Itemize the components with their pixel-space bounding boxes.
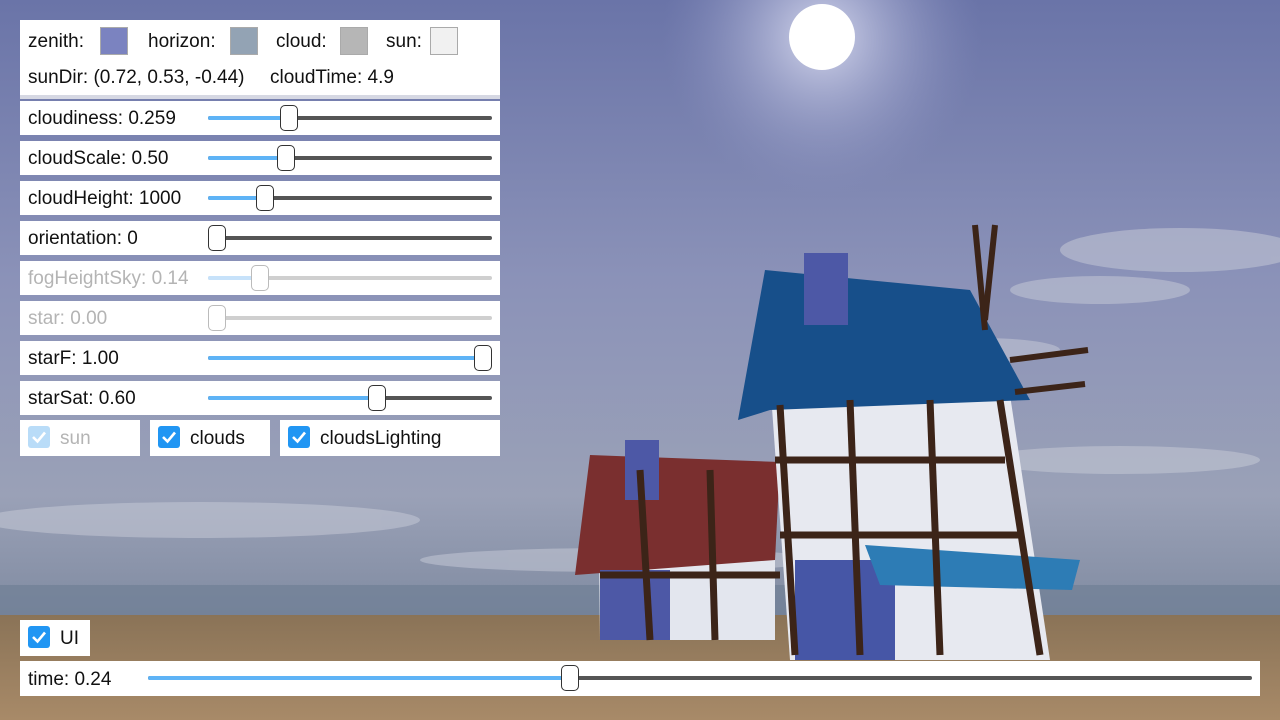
sun-label: sun: <box>386 31 422 52</box>
star-label: star: 0.00 <box>28 308 108 329</box>
clouds-checkbox-label: clouds <box>190 428 245 449</box>
cloudiness-slider-fill <box>208 116 289 120</box>
sun-disc <box>789 4 855 70</box>
orientation-slider-thumb[interactable] <box>208 225 226 251</box>
cloudscale-slider-track[interactable] <box>208 156 492 160</box>
clouds-lighting-checkbox-label: cloudsLighting <box>320 428 442 449</box>
time-slider-row: time: 0.24 <box>20 661 1260 696</box>
starsat-slider-fill <box>208 396 377 400</box>
horizon-label: horizon: <box>148 31 216 52</box>
orientation-label: orientation: 0 <box>28 228 138 249</box>
cloudtime-text: cloudTime: 4.9 <box>270 67 394 88</box>
time-slider-thumb[interactable] <box>560 665 579 691</box>
info-panel-divider <box>20 95 500 99</box>
cloudscale-label: cloudScale: 0.50 <box>28 148 169 169</box>
orientation-slider-row: orientation: 0 <box>20 221 500 255</box>
fogheightsky-slider-thumb <box>250 265 269 291</box>
fogheightsky-label: fogHeightSky: 0.14 <box>28 268 189 289</box>
horizon-swatch[interactable] <box>230 27 258 55</box>
star-slider-thumb <box>208 305 226 331</box>
clouds-checkbox-box[interactable] <box>158 426 180 448</box>
orientation-slider-track[interactable] <box>208 236 492 240</box>
starsat-slider-row: starSat: 0.60 <box>20 381 500 415</box>
clouds-lighting-checkbox[interactable]: cloudsLighting <box>280 420 500 456</box>
star-slider-track <box>208 316 492 320</box>
starf-label: starF: 1.00 <box>28 348 119 369</box>
time-label: time: 0.24 <box>28 669 112 690</box>
starsat-slider-thumb[interactable] <box>367 385 386 411</box>
cloudiness-label: cloudiness: 0.259 <box>28 108 176 129</box>
time-slider-track[interactable] <box>148 676 1252 680</box>
cloudiness-slider-track[interactable] <box>208 116 492 120</box>
cloudscale-slider-fill <box>208 156 287 160</box>
ui-checkbox-box[interactable] <box>28 626 50 648</box>
starf-slider-thumb[interactable] <box>474 345 492 371</box>
fogheightsky-slider-row: fogHeightSky: 0.14 <box>20 261 500 295</box>
ui-checkbox[interactable]: UI <box>20 620 90 656</box>
starsat-label: starSat: 0.60 <box>28 388 136 409</box>
time-slider-fill <box>148 676 570 680</box>
zenith-label: zenith: <box>28 31 84 52</box>
cloudiness-slider-thumb[interactable] <box>279 105 298 131</box>
sun-checkbox[interactable]: sun <box>20 420 140 456</box>
sundir-text: sunDir: (0.72, 0.53, -0.44) <box>28 67 245 88</box>
cloudheight-slider-track[interactable] <box>208 196 492 200</box>
cloud-label: cloud: <box>276 31 327 52</box>
cloudheight-label: cloudHeight: 1000 <box>28 188 182 209</box>
info-panel: zenith: horizon: cloud: sun: sunDir: (0.… <box>20 20 500 95</box>
sun-swatch[interactable] <box>430 27 458 55</box>
zenith-swatch[interactable] <box>100 27 128 55</box>
clouds-lighting-checkbox-box[interactable] <box>288 426 310 448</box>
ui-checkbox-label: UI <box>60 628 79 649</box>
sun-checkbox-label: sun <box>60 428 91 449</box>
starf-slider-fill <box>208 356 483 360</box>
clouds-checkbox[interactable]: clouds <box>150 420 270 456</box>
cloudscale-slider-row: cloudScale: 0.50 <box>20 141 500 175</box>
cloudiness-slider-row: cloudiness: 0.259 <box>20 101 500 135</box>
sun-checkbox-box[interactable] <box>28 426 50 448</box>
cloudscale-slider-thumb[interactable] <box>277 145 296 171</box>
cloudheight-slider-row: cloudHeight: 1000 <box>20 181 500 215</box>
cloudheight-slider-thumb[interactable] <box>255 185 274 211</box>
starsat-slider-track[interactable] <box>208 396 492 400</box>
starf-slider-track[interactable] <box>208 356 492 360</box>
cloud-swatch[interactable] <box>340 27 368 55</box>
starf-slider-row: starF: 1.00 <box>20 341 500 375</box>
star-slider-row: star: 0.00 <box>20 301 500 335</box>
